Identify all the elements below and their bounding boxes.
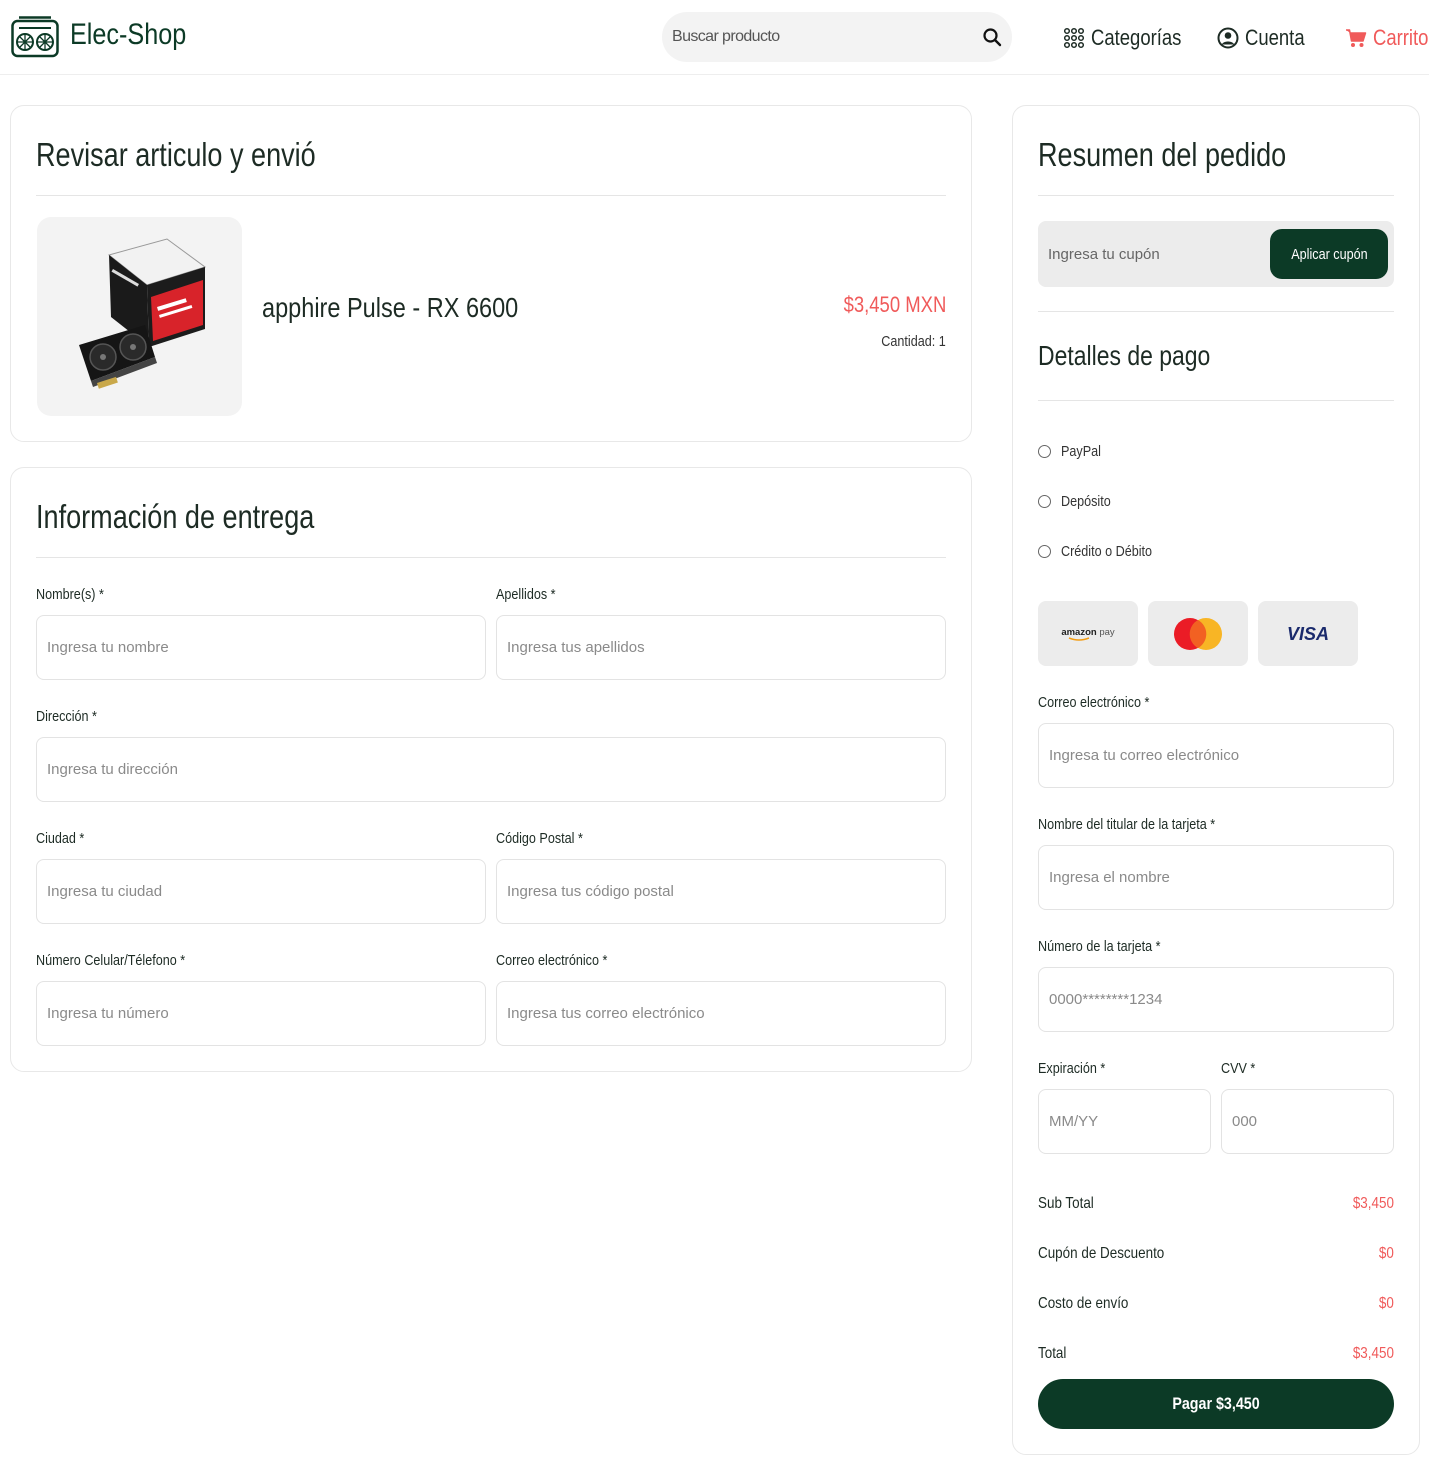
phone-input[interactable] bbox=[36, 981, 486, 1046]
product-image[interactable] bbox=[37, 217, 242, 416]
order-summary-card: Resumen del pedido Aplicar cupón Detalle… bbox=[1012, 105, 1420, 1455]
postal-code-label: Código Postal * bbox=[496, 830, 583, 847]
expiry-label: Expiración * bbox=[1038, 1060, 1106, 1077]
deposit-radio[interactable] bbox=[1038, 495, 1051, 508]
payment-email-input[interactable] bbox=[1038, 723, 1394, 788]
pay-button-label: Pagar $3,450 bbox=[1172, 1394, 1260, 1413]
product-quantity: Cantidad: 1 bbox=[881, 333, 946, 350]
mastercard-logo-icon bbox=[1174, 617, 1222, 650]
paypal-label: PayPal bbox=[1061, 443, 1101, 460]
city-label: Ciudad * bbox=[36, 830, 85, 847]
nav-cart[interactable]: Carrito bbox=[1345, 24, 1429, 52]
visa-logo-icon: VISA bbox=[1287, 624, 1329, 644]
payment-method-deposit[interactable]: Depósito bbox=[1038, 493, 1120, 510]
grid-dots-icon bbox=[1063, 27, 1085, 49]
card-number-input[interactable] bbox=[1038, 967, 1394, 1032]
delivery-divider bbox=[36, 557, 946, 558]
delivery-card: Información de entrega Nombre(s) * Apell… bbox=[10, 467, 972, 1072]
visa-card[interactable]: VISA bbox=[1258, 601, 1358, 666]
top-header: Elec-Shop Categorías Cuenta bbox=[0, 0, 1429, 75]
cvv-input[interactable] bbox=[1221, 1089, 1394, 1154]
phone-label: Número Celular/Télefono * bbox=[36, 952, 186, 969]
review-card: Revisar articulo y envió apphire Pulse -… bbox=[10, 105, 972, 442]
user-circle-icon bbox=[1217, 27, 1239, 49]
first-name-label: Nombre(s) * bbox=[36, 586, 104, 603]
svg-text:amazon pay: amazon pay bbox=[1061, 627, 1115, 638]
payment-divider bbox=[1038, 400, 1394, 401]
discount-label: Cupón de Descuento bbox=[1038, 1245, 1165, 1262]
card-label: Crédito o Débito bbox=[1061, 543, 1153, 560]
search-input[interactable] bbox=[672, 12, 972, 62]
nav-categories[interactable]: Categorías bbox=[1063, 24, 1199, 52]
nav-cart-label: Carrito bbox=[1373, 25, 1429, 50]
apply-coupon-label: Aplicar cupón bbox=[1290, 245, 1368, 263]
card-number-label: Número de la tarjeta * bbox=[1038, 938, 1161, 955]
mastercard-card[interactable] bbox=[1148, 601, 1248, 666]
graphics-card-logo-icon[interactable] bbox=[11, 16, 59, 58]
delivery-title: Información de entrega bbox=[36, 498, 315, 535]
cvv-label: CVV * bbox=[1221, 1060, 1256, 1077]
discount-row: Cupón de Descuento $0 bbox=[1038, 1245, 1394, 1267]
card-holder-label: Nombre del titular de la tarjeta * bbox=[1038, 816, 1216, 833]
subtotal-value: $3,450 bbox=[1352, 1195, 1394, 1212]
summary-title: Resumen del pedido bbox=[1038, 136, 1287, 173]
payment-email-label: Correo electrónico * bbox=[1038, 694, 1150, 711]
postal-code-input[interactable] bbox=[496, 859, 946, 924]
last-name-label: Apellidos * bbox=[496, 586, 556, 603]
brand-name[interactable]: Elec-Shop bbox=[70, 18, 186, 52]
apply-coupon-button[interactable]: Aplicar cupón bbox=[1270, 229, 1388, 279]
subtotal-label: Sub Total bbox=[1038, 1195, 1094, 1212]
review-title: Revisar articulo y envió bbox=[36, 136, 316, 173]
summary-divider bbox=[1038, 195, 1394, 196]
expiry-input[interactable] bbox=[1038, 1089, 1211, 1154]
review-divider bbox=[36, 195, 946, 196]
nav-account[interactable]: Cuenta bbox=[1217, 24, 1316, 52]
nav-categories-label: Categorías bbox=[1091, 25, 1182, 50]
product-price: $3,450 MXN bbox=[843, 292, 946, 317]
last-name-input[interactable] bbox=[496, 615, 946, 680]
shipping-row: Costo de envío $0 bbox=[1038, 1295, 1394, 1317]
coupon-divider bbox=[1038, 311, 1394, 312]
first-name-input[interactable] bbox=[36, 615, 486, 680]
paypal-radio[interactable] bbox=[1038, 445, 1051, 458]
subtotal-row: Sub Total $3,450 bbox=[1038, 1195, 1394, 1217]
deposit-label: Depósito bbox=[1061, 493, 1111, 510]
discount-value: $0 bbox=[1379, 1245, 1394, 1262]
address-label: Dirección * bbox=[36, 708, 97, 725]
total-row: Total $3,450 bbox=[1038, 1345, 1394, 1367]
payment-details-title: Detalles de pago bbox=[1038, 340, 1211, 371]
card-holder-input[interactable] bbox=[1038, 845, 1394, 910]
amazon-pay-card[interactable]: amazon pay bbox=[1038, 601, 1138, 666]
coupon-input[interactable] bbox=[1048, 221, 1258, 287]
payment-method-paypal[interactable]: PayPal bbox=[1038, 443, 1109, 460]
total-label: Total bbox=[1038, 1345, 1067, 1362]
search-bar bbox=[662, 12, 1012, 62]
delivery-email-label: Correo electrónico * bbox=[496, 952, 608, 969]
card-radio[interactable] bbox=[1038, 545, 1051, 558]
coupon-box: Aplicar cupón bbox=[1038, 221, 1394, 287]
city-input[interactable] bbox=[36, 859, 486, 924]
cart-icon bbox=[1346, 29, 1367, 47]
pay-button[interactable]: Pagar $3,450 bbox=[1038, 1379, 1394, 1429]
graphics-card-box-image bbox=[79, 238, 207, 389]
payment-method-card[interactable]: Crédito o Débito bbox=[1038, 543, 1169, 560]
search-icon[interactable] bbox=[982, 27, 1002, 47]
nav-account-label: Cuenta bbox=[1245, 25, 1305, 50]
total-value: $3,450 bbox=[1352, 1345, 1394, 1362]
svg-text:VISA: VISA bbox=[1287, 624, 1329, 644]
address-input[interactable] bbox=[36, 737, 946, 802]
product-name[interactable]: apphire Pulse - RX 6600 bbox=[262, 292, 518, 324]
shipping-label: Costo de envío bbox=[1038, 1295, 1129, 1312]
delivery-email-input[interactable] bbox=[496, 981, 946, 1046]
shipping-value: $0 bbox=[1379, 1295, 1394, 1312]
amazon-pay-logo-icon: amazon pay bbox=[1061, 627, 1115, 641]
